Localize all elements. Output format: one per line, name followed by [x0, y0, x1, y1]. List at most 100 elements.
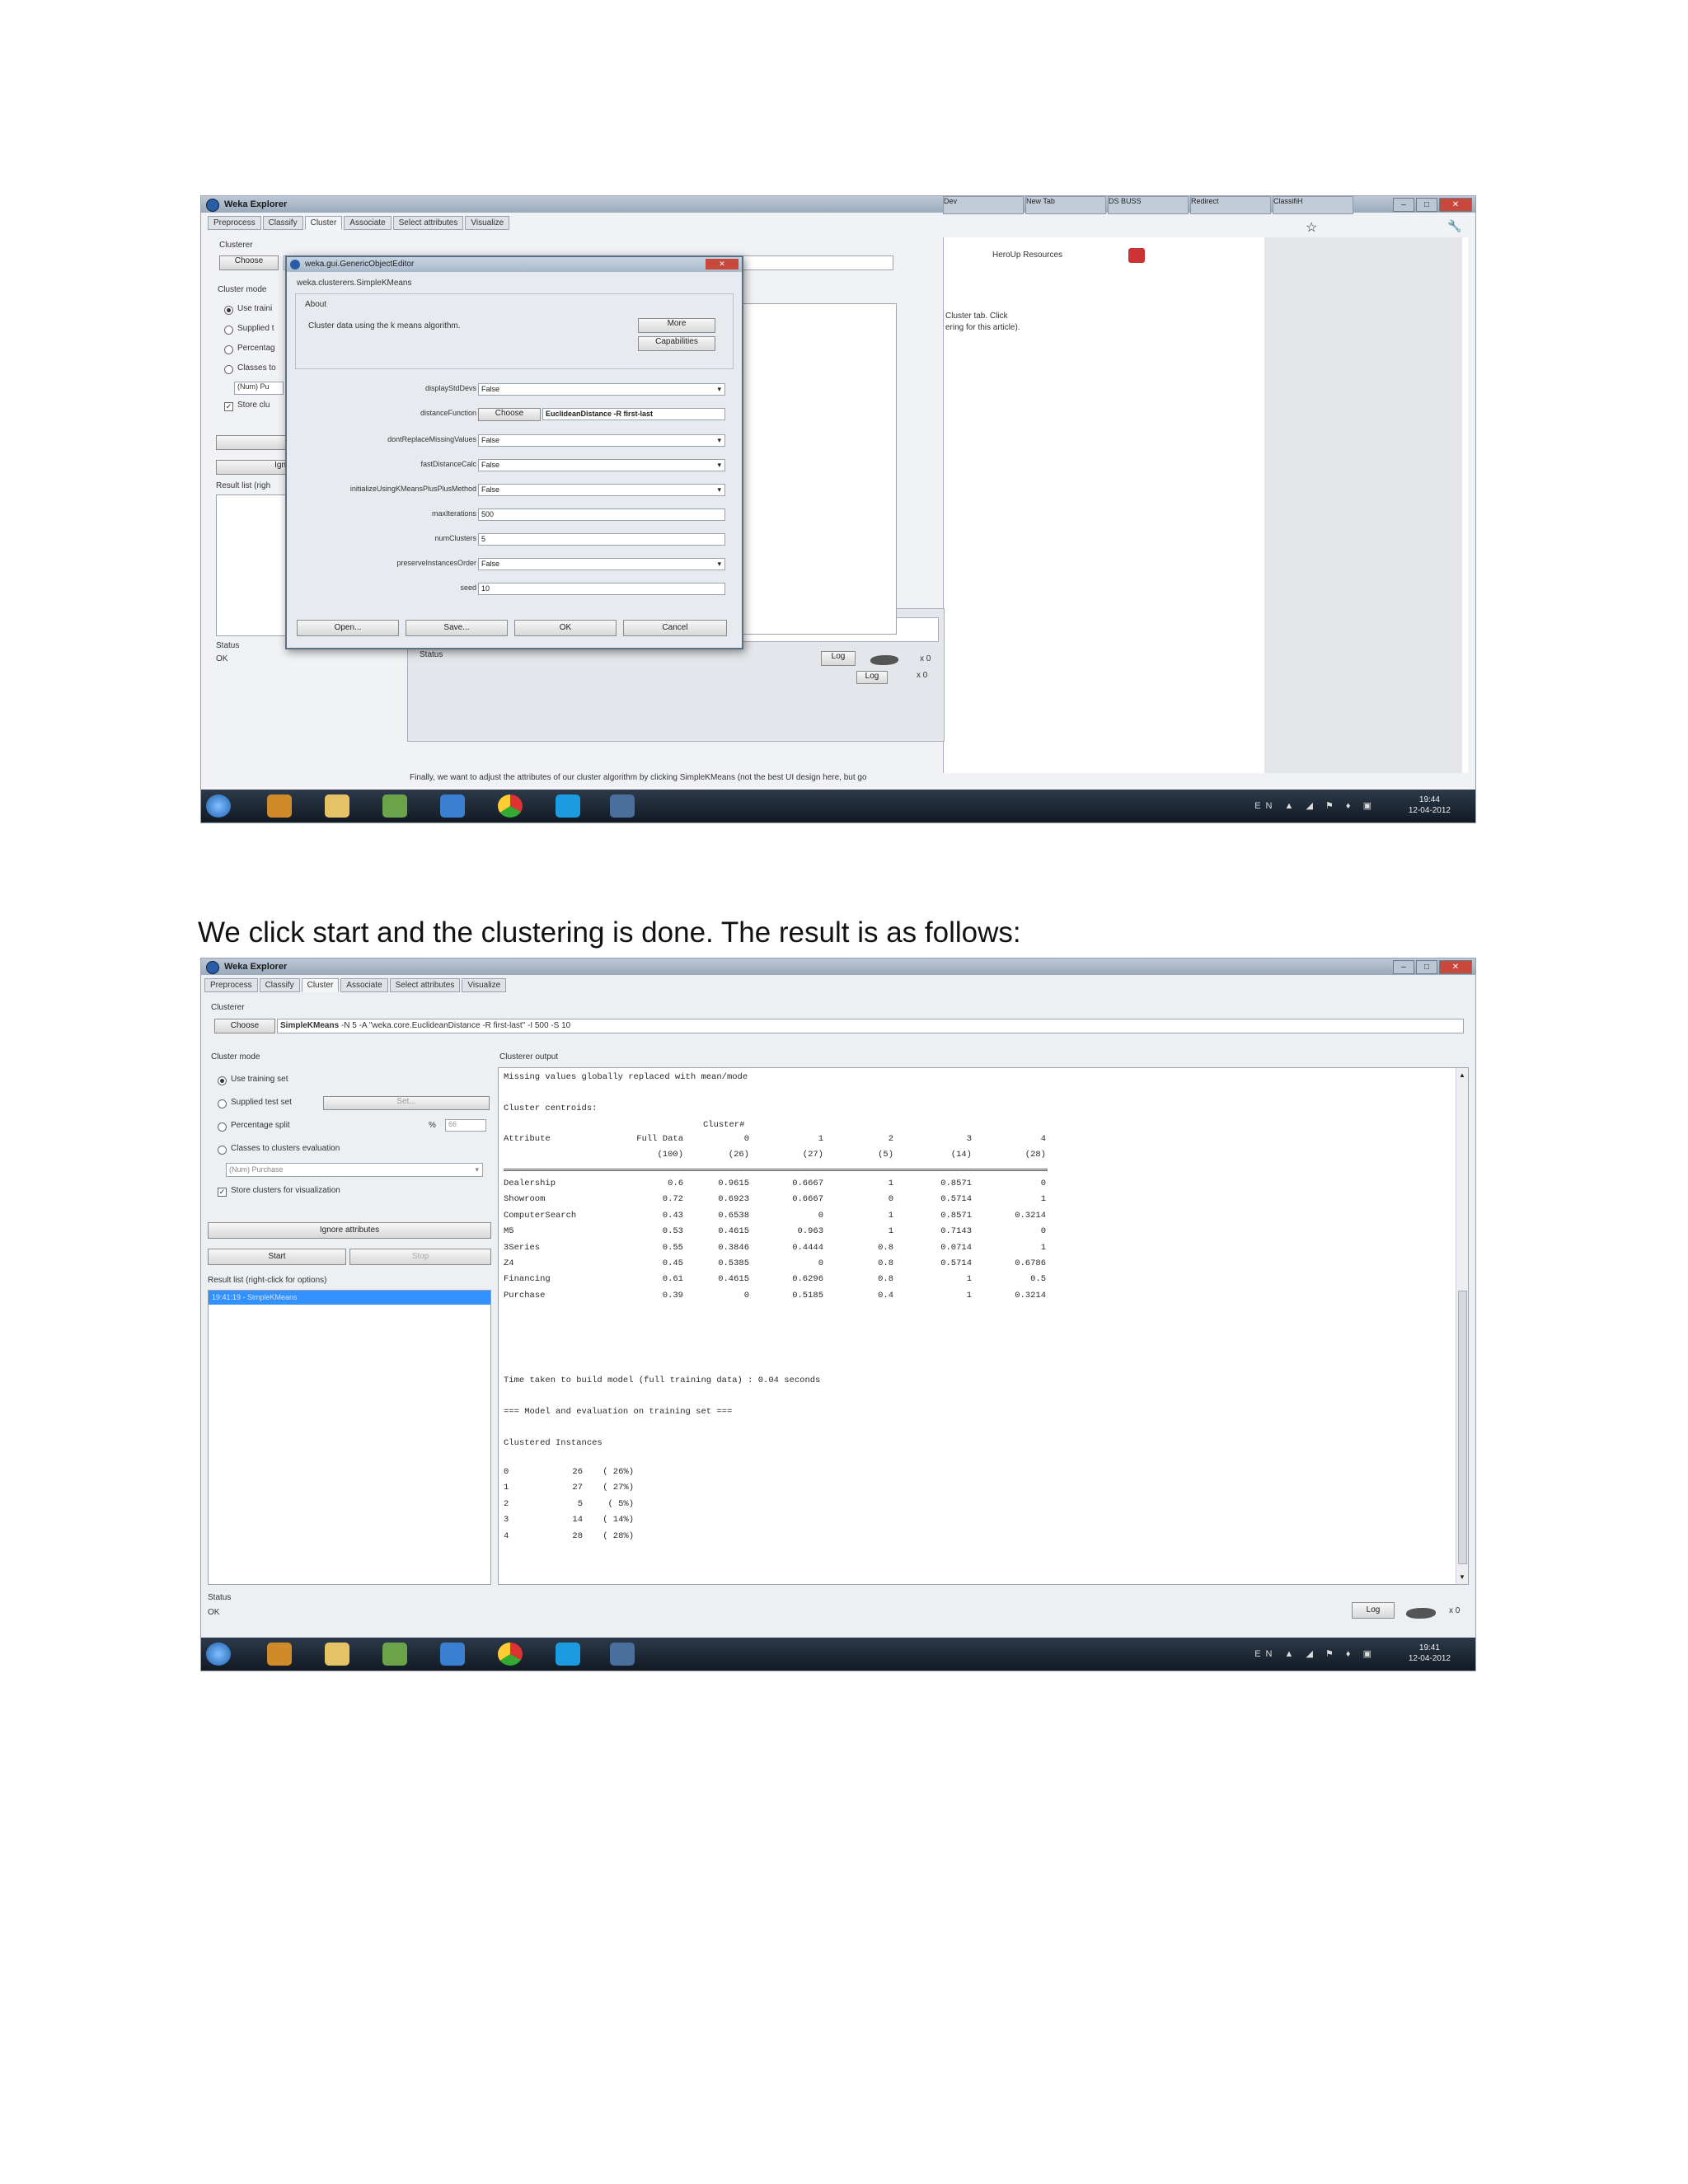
- choose-button[interactable]: Choose: [214, 1019, 275, 1033]
- tab-associate[interactable]: Associate: [344, 216, 392, 230]
- mode-label: Classes to clusters evaluation: [231, 1144, 340, 1153]
- weka-task-icon[interactable]: [610, 1643, 635, 1666]
- dialog-close-icon[interactable]: ✕: [706, 259, 738, 269]
- clusterer-output[interactable]: ▲ ▼ Missing values globally replaced wit…: [498, 1067, 1469, 1585]
- store-clusters-checkbox[interactable]: ✓: [218, 1188, 227, 1197]
- prop-value[interactable]: False: [478, 383, 725, 396]
- prop-value[interactable]: 500: [478, 509, 725, 521]
- prop-value[interactable]: False: [478, 484, 725, 496]
- start-button[interactable]: Ign: [216, 460, 287, 475]
- maximize-icon[interactable]: □: [1416, 960, 1437, 974]
- more-button[interactable]: More: [638, 318, 715, 333]
- tab-preprocess[interactable]: Preprocess: [204, 978, 258, 992]
- log-button[interactable]: Log: [821, 651, 856, 666]
- app-icon[interactable]: [382, 794, 407, 818]
- mode-radio[interactable]: [224, 345, 233, 354]
- store-clusters-checkbox[interactable]: ✓: [224, 402, 233, 411]
- set-button[interactable]: Set...: [323, 1096, 490, 1110]
- close-icon[interactable]: ✕: [1439, 198, 1472, 212]
- start-orb-icon[interactable]: [206, 794, 231, 818]
- clusterer-field[interactable]: SimpleKMeans -N 5 -A "weka.core.Euclidea…: [277, 1019, 1464, 1033]
- instance-pct: ( 14%): [603, 1515, 634, 1526]
- tab-select-attributes[interactable]: Select attributes: [392, 216, 464, 230]
- mode-radio[interactable]: [224, 306, 233, 315]
- use-training-set-radio[interactable]: [218, 1076, 227, 1085]
- mode-radio[interactable]: [224, 365, 233, 374]
- prop-value[interactable]: False: [478, 459, 725, 471]
- browser-tab[interactable]: DS BUSS: [1108, 196, 1189, 214]
- tab-select-attributes[interactable]: Select attributes: [389, 978, 461, 992]
- tab-cluster[interactable]: Cluster: [304, 216, 343, 230]
- nominal-attribute-select[interactable]: (Num) Pu: [234, 382, 284, 395]
- prop-value[interactable]: False: [478, 434, 725, 447]
- skype-icon[interactable]: [556, 1643, 580, 1666]
- skype-icon[interactable]: [556, 794, 580, 818]
- maximize-icon[interactable]: □: [1416, 198, 1437, 212]
- scroll-down-icon[interactable]: ▼: [1459, 1573, 1465, 1581]
- log-button[interactable]: Log: [856, 671, 888, 684]
- prop-value[interactable]: False: [478, 558, 725, 570]
- browser-link[interactable]: HeroUp Resources: [992, 251, 1062, 260]
- stop-button[interactable]: Stop: [349, 1249, 491, 1265]
- percentage-split-radio[interactable]: [218, 1122, 227, 1132]
- tab-classify[interactable]: Classify: [262, 216, 303, 230]
- tab-visualize[interactable]: Visualize: [465, 216, 510, 230]
- browser-tab[interactable]: Redirect: [1190, 196, 1271, 214]
- scroll-up-icon[interactable]: ▲: [1459, 1071, 1465, 1079]
- open-button[interactable]: Open...: [297, 620, 399, 636]
- ignore-attributes-button[interactable]: Ignore attributes: [208, 1222, 491, 1239]
- start-button[interactable]: Start: [208, 1249, 346, 1265]
- output-scrollbar[interactable]: ▲ ▼: [1456, 1068, 1468, 1584]
- ie-icon[interactable]: [440, 1643, 465, 1666]
- prop-value[interactable]: 10: [478, 583, 725, 595]
- wrench-icon[interactable]: 🔧: [1447, 219, 1461, 233]
- capabilities-button[interactable]: Capabilities: [638, 336, 715, 351]
- tab-associate[interactable]: Associate: [340, 978, 388, 992]
- log-button[interactable]: Log: [1352, 1602, 1395, 1619]
- tab-visualize[interactable]: Visualize: [462, 978, 507, 992]
- minimize-icon[interactable]: –: [1393, 198, 1414, 212]
- star-icon[interactable]: ☆: [1306, 219, 1317, 236]
- nominal-attribute-select[interactable]: (Num) Purchase ▾: [226, 1163, 483, 1177]
- close-icon[interactable]: ✕: [1439, 960, 1472, 974]
- browser-tab[interactable]: Dev: [943, 196, 1024, 214]
- folder-icon[interactable]: [325, 794, 349, 818]
- tab-classify[interactable]: Classify: [259, 978, 300, 992]
- tab-preprocess[interactable]: Preprocess: [208, 216, 261, 230]
- ok-button[interactable]: OK: [514, 620, 617, 636]
- minimize-icon[interactable]: –: [1393, 960, 1414, 974]
- choose-button[interactable]: Choose: [219, 255, 279, 270]
- mode-radio[interactable]: [224, 326, 233, 335]
- result-list-item[interactable]: 19:41:19 - SimpleKMeans: [209, 1291, 490, 1305]
- prop-value[interactable]: EuclideanDistance -R first-last: [542, 408, 725, 420]
- value-cell: 0.8: [878, 1258, 893, 1268]
- header-cell: Attribute: [504, 1134, 551, 1144]
- weka-task-icon[interactable]: [610, 794, 635, 818]
- save-button[interactable]: Save...: [406, 620, 508, 636]
- mode-label: Supplied test set: [231, 1098, 292, 1107]
- prop-value[interactable]: 5: [478, 533, 725, 546]
- chrome-icon[interactable]: [498, 794, 523, 818]
- cancel-button[interactable]: Cancel: [623, 620, 727, 636]
- browser-tab[interactable]: ClassifiH: [1273, 196, 1353, 214]
- choose-distance-button[interactable]: Choose: [478, 408, 541, 421]
- pdf-icon[interactable]: [1128, 248, 1145, 263]
- media-player-icon[interactable]: [267, 1643, 292, 1666]
- scroll-thumb[interactable]: [1458, 1291, 1467, 1564]
- percentage-field[interactable]: 66: [445, 1119, 486, 1132]
- media-player-icon[interactable]: [267, 794, 292, 818]
- app-icon[interactable]: [382, 1643, 407, 1666]
- chrome-icon[interactable]: [498, 1643, 523, 1666]
- supplied-test-set-radio[interactable]: [218, 1099, 227, 1108]
- ignore-attributes-button[interactable]: [216, 435, 287, 450]
- attribute-cell: Showroom: [504, 1194, 546, 1205]
- result-list-label: Result list (righ: [216, 481, 271, 490]
- result-list[interactable]: 19:41:19 - SimpleKMeans: [208, 1290, 491, 1585]
- folder-icon[interactable]: [325, 1643, 349, 1666]
- start-orb-icon[interactable]: [206, 1643, 231, 1666]
- classes-to-clusters-radio[interactable]: [218, 1146, 227, 1155]
- result-list[interactable]: [216, 494, 287, 636]
- ie-icon[interactable]: [440, 794, 465, 818]
- browser-tab[interactable]: New Tab: [1025, 196, 1106, 214]
- tab-cluster[interactable]: Cluster: [301, 978, 340, 992]
